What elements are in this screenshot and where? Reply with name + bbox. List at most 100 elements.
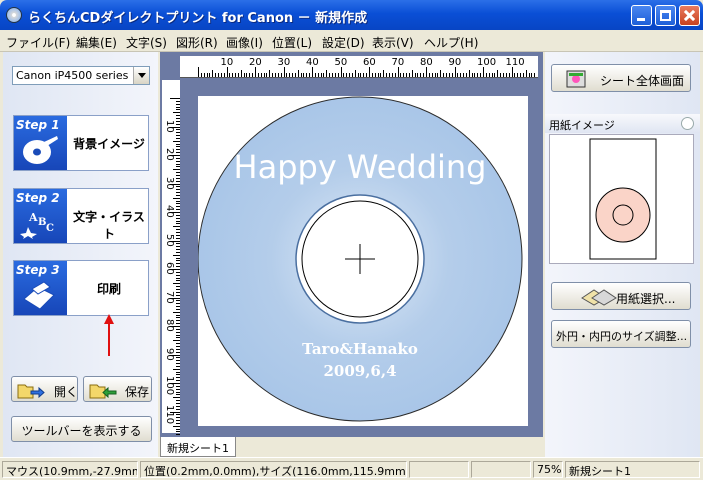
red-arrow-icon <box>104 314 114 356</box>
ruler-tick <box>176 343 180 345</box>
ruler-tick <box>454 67 456 77</box>
step1-background-button[interactable]: Step 1 背景イメージ <box>13 115 149 171</box>
menu-file[interactable]: ファイル(F) <box>6 34 70 51</box>
close-icon <box>680 6 699 25</box>
ruler-tick <box>176 271 180 273</box>
ruler-tick <box>229 73 231 77</box>
ruler-tick <box>445 73 447 77</box>
ruler-tick <box>176 246 180 248</box>
ruler-tick <box>176 217 180 219</box>
ruler-label-v: 50 <box>164 233 175 247</box>
printer-select-value: Canon iP4500 series <box>16 69 129 82</box>
menu-text[interactable]: 文字(S) <box>126 34 167 51</box>
menu-settings[interactable]: 設定(D) <box>322 34 365 51</box>
minimize-button[interactable] <box>631 5 652 26</box>
printer-icon <box>23 281 55 310</box>
printer-select[interactable]: Canon iP4500 series <box>12 66 150 85</box>
ruler-tick <box>176 120 180 122</box>
sheet-tab[interactable]: 新規シート1 <box>160 437 236 457</box>
ruler-tick <box>480 73 482 77</box>
ruler-tick <box>371 73 373 77</box>
ruler-tick <box>176 163 180 165</box>
ruler-tick <box>176 345 180 347</box>
ruler-tick <box>374 73 376 77</box>
ruler-tick <box>206 73 208 77</box>
ruler-tick <box>223 73 225 77</box>
ruler-tick <box>235 73 237 77</box>
ruler-tick <box>397 67 399 77</box>
save-button[interactable]: 保存 <box>83 376 152 402</box>
ruler-tick <box>286 73 288 77</box>
ruler-tick <box>176 314 180 316</box>
ruler-tick <box>420 73 422 77</box>
ruler-tick <box>173 368 180 370</box>
ruler-tick <box>176 231 180 233</box>
menu-position[interactable]: 位置(L) <box>272 34 312 51</box>
ruler-tick <box>488 73 490 77</box>
ruler-tick <box>528 73 530 77</box>
cd-brush-icon <box>23 136 58 164</box>
ruler-label-h: 80 <box>420 57 433 68</box>
ruler-tick <box>257 73 259 77</box>
ruler-tick <box>217 73 219 77</box>
menu-image[interactable]: 画像(I) <box>226 34 263 51</box>
size-adjust-button[interactable]: 外円・内円のサイズ調整... <box>551 320 691 348</box>
ruler-tick <box>491 73 493 77</box>
ruler-tick <box>274 73 276 77</box>
ruler-tick <box>176 214 180 216</box>
step3-print-button[interactable]: Step 3 印刷 <box>13 260 149 316</box>
ruler-tick <box>386 73 388 77</box>
ruler-label-v: 10 <box>164 119 175 133</box>
ruler-tick <box>176 192 180 194</box>
ruler-tick <box>451 73 453 77</box>
chevron-down-icon[interactable] <box>133 67 149 84</box>
collapse-icon[interactable] <box>681 117 694 130</box>
ruler-tick <box>380 73 382 77</box>
paper-image-header[interactable]: 用紙イメージ <box>545 114 700 133</box>
cd-label-design[interactable]: Happy Wedding Taro&Hanako 2009,6,4 <box>198 96 528 426</box>
maximize-button[interactable] <box>655 5 676 26</box>
ruler-tick <box>494 73 496 77</box>
status-zoom: 75% <box>533 461 563 478</box>
menu-help[interactable]: ヘルプ(H) <box>424 34 478 51</box>
step2-icon-area: Step 2 A B C <box>14 189 67 243</box>
close-button[interactable] <box>679 5 700 26</box>
print-sheet[interactable]: Happy Wedding Taro&Hanako 2009,6,4 <box>198 96 528 426</box>
ruler-tick <box>346 73 348 77</box>
open-button[interactable]: 開く <box>11 376 78 402</box>
ruler-tick <box>260 73 262 77</box>
ruler-tick <box>280 73 282 77</box>
ruler-tick <box>176 388 180 390</box>
show-toolbar-button[interactable]: ツールバーを表示する <box>11 416 152 442</box>
ruler-tick <box>440 70 442 77</box>
ruler-tick <box>522 73 524 77</box>
ruler-tick <box>320 73 322 77</box>
menu-shape[interactable]: 図形(R) <box>176 34 218 51</box>
menu-view[interactable]: 表示(V) <box>372 34 414 51</box>
save-label: 保存 <box>125 385 150 399</box>
full-sheet-view-button[interactable]: シート全体画面 <box>551 64 691 92</box>
ruler-tick <box>377 73 379 77</box>
abc-star-icon: A B C <box>20 211 54 239</box>
paper-select-icon <box>581 289 617 306</box>
ruler-tick <box>176 320 180 322</box>
ruler-tick <box>460 73 462 77</box>
ruler-tick <box>176 243 180 245</box>
ruler-tick <box>176 143 180 145</box>
ruler-tick <box>263 73 265 77</box>
ruler-tick <box>176 106 180 108</box>
left-panel: Canon iP4500 series Step 1 背景イメージ Step 2… <box>3 52 158 457</box>
status-blank-1 <box>409 461 469 478</box>
ruler-tick <box>176 334 180 336</box>
step2-text-illust-button[interactable]: Step 2 A B C 文字・イラスト <box>13 188 149 244</box>
ruler-tick <box>531 73 533 77</box>
paper-select-button[interactable]: 用紙選択... <box>551 282 691 310</box>
ruler-tick <box>176 405 180 407</box>
ruler-tick <box>176 351 180 353</box>
disc-names-text: Taro&Hanako <box>302 340 418 358</box>
ruler-tick <box>176 186 180 188</box>
ruler-tick <box>414 73 416 77</box>
ruler-tick <box>176 223 180 225</box>
ruler-tick <box>176 194 180 196</box>
menu-edit[interactable]: 編集(E) <box>76 34 117 51</box>
